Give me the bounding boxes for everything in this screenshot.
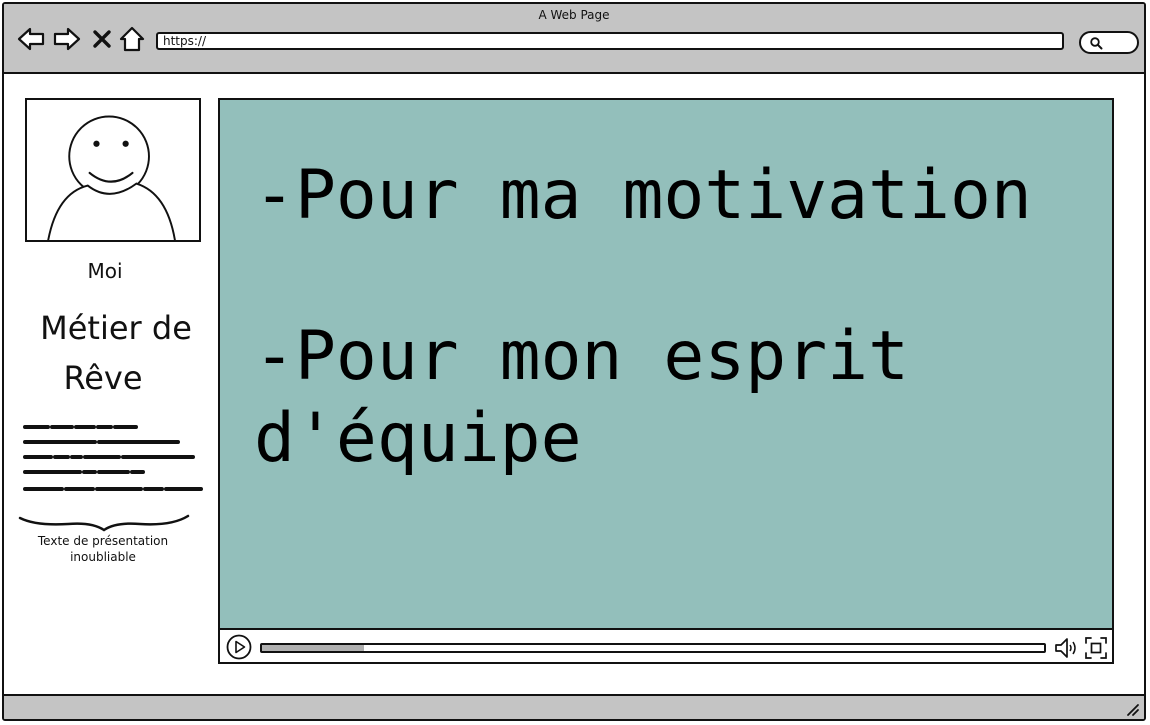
fullscreen-icon[interactable] bbox=[1084, 636, 1108, 660]
video-progress-bar[interactable] bbox=[260, 643, 1046, 653]
search-field[interactable] bbox=[1079, 31, 1139, 54]
user-avatar-icon bbox=[47, 115, 176, 240]
address-bar[interactable]: https:// bbox=[156, 32, 1064, 50]
search-icon bbox=[1090, 37, 1103, 50]
curly-brace-icon bbox=[18, 514, 190, 532]
video-progress-fill bbox=[262, 645, 364, 651]
browser-toolbar: A Web Page https:// bbox=[4, 4, 1144, 74]
volume-icon[interactable] bbox=[1054, 637, 1080, 659]
job-title-line-1: Métier de bbox=[40, 309, 192, 347]
video-screen[interactable]: -Pour ma motivation -Pour mon esprit d'é… bbox=[220, 100, 1112, 630]
resize-grip-icon[interactable] bbox=[1124, 701, 1140, 717]
close-icon[interactable] bbox=[90, 24, 114, 54]
video-player: -Pour ma motivation -Pour mon esprit d'é… bbox=[218, 98, 1114, 664]
forward-arrow-icon[interactable] bbox=[52, 24, 82, 54]
window-title: A Web Page bbox=[538, 8, 610, 22]
caption-line-2: inoubliable bbox=[70, 550, 136, 564]
placeholder-text-scribble bbox=[23, 425, 203, 491]
job-title-line-2: Rêve bbox=[63, 359, 143, 397]
video-text-line-2: -Pour mon esprit bbox=[254, 317, 910, 396]
play-icon[interactable] bbox=[226, 634, 252, 660]
status-bar bbox=[4, 694, 1144, 719]
home-icon[interactable] bbox=[118, 24, 146, 54]
back-arrow-icon[interactable] bbox=[16, 24, 46, 54]
caption-line-1: Texte de présentation bbox=[37, 534, 169, 548]
presentation-caption: Texte de présentation inoubliable bbox=[28, 533, 178, 565]
avatar bbox=[25, 98, 201, 242]
job-title: Métier de Rêve bbox=[18, 303, 214, 403]
video-text-line-1: -Pour ma motivation bbox=[254, 156, 1032, 235]
video-text-line-3: d'équipe bbox=[254, 399, 582, 478]
profile-name: Moi bbox=[87, 259, 123, 283]
